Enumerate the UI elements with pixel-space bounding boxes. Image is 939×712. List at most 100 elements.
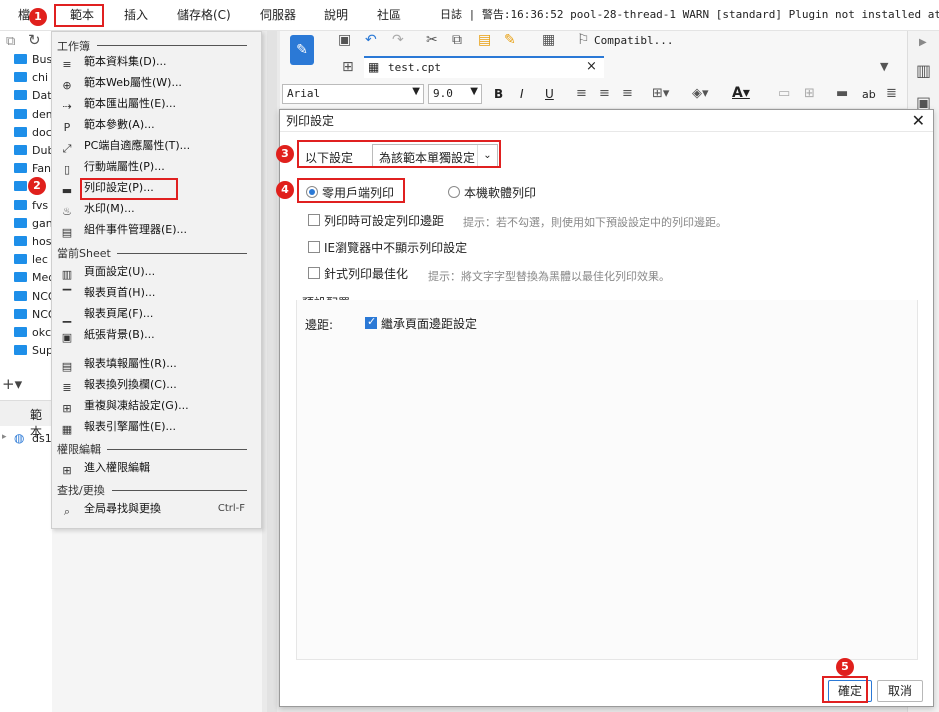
align-left-icon[interactable]: ≡ — [576, 85, 587, 103]
background-icon: ▣ — [61, 331, 73, 344]
checkbox-needle-print[interactable] — [308, 267, 320, 279]
checkbox-print-margin-label[interactable]: 列印時可設定列印邊距 — [324, 212, 444, 229]
printer-icon: ▬ — [61, 184, 73, 197]
underline-icon[interactable]: U — [545, 85, 554, 103]
hint-margin: 提示：若不勾選，則使用如下預設設定中的列印邊距。 — [463, 216, 727, 229]
checkbox-inherit-margin-label[interactable]: 繼承頁面邊距設定 — [381, 315, 477, 332]
compat-icon[interactable]: ⚐ — [577, 31, 590, 49]
format-brush-icon[interactable]: ✎ — [504, 31, 516, 49]
close-tab-icon[interactable]: × — [586, 59, 597, 74]
compat-label[interactable]: Compatibl... — [594, 34, 673, 47]
menu-item-header[interactable]: ▔ 報表頁首(H)... — [60, 283, 255, 303]
menu-item-globe[interactable]: ⊕ 範本Web屬性(W)... — [60, 73, 255, 93]
text-format-icon[interactable]: ab — [862, 86, 876, 104]
undo-icon[interactable]: ↶ — [365, 31, 377, 49]
grid-icon[interactable]: ⊞ — [342, 58, 354, 76]
menu-item-fill-attr[interactable]: ▤ 報表填報屬性(R)... — [60, 354, 255, 374]
folder-icon — [14, 217, 27, 228]
menu-item-resize[interactable]: ⤢ PC端自適應屬性(T)... — [60, 136, 255, 156]
panel-splitter[interactable] — [267, 31, 277, 712]
menu-item-find-replace[interactable]: ⌕ 全局尋找與更換 Ctrl-F — [60, 499, 255, 519]
copy-icon[interactable]: ⧉ — [452, 31, 462, 49]
tree-item[interactable]: hos — [0, 233, 51, 251]
checkbox-inherit-margin[interactable]: ✓ — [365, 315, 377, 329]
fill-color-icon[interactable]: ◈▾ — [692, 85, 709, 103]
folder-icon — [14, 254, 27, 265]
align-center-icon[interactable]: ≡ — [599, 85, 610, 103]
menu-item-footer[interactable]: ▁ 報表頁尾(F)... — [60, 304, 255, 324]
menu-community[interactable]: 社區 — [377, 5, 401, 25]
log-warning[interactable]: 日誌 | 警告:16:36:52 pool-28-thread-1 WARN [… — [440, 5, 939, 25]
menu-item-export[interactable]: ⇢ 範本匯出屬性(E)... — [60, 94, 255, 114]
cut-icon[interactable]: ✂ — [426, 31, 438, 49]
add-icon[interactable]: ⧉ — [6, 34, 15, 49]
menu-item-row-column[interactable]: ≣ 報表換列換欄(C)... — [60, 375, 255, 395]
border-icon[interactable]: ⊞▾ — [652, 85, 669, 103]
expand-icon[interactable]: ▸ — [2, 432, 7, 442]
radio-native-print-label[interactable]: 本機軟體列印 — [464, 184, 536, 201]
tree-item[interactable]: NCO — [0, 288, 57, 306]
tree-item[interactable]: doc — [0, 124, 52, 142]
file-tab[interactable]: ▦ test.cpt × — [364, 56, 604, 78]
tab-menu-icon[interactable]: ▼ — [880, 58, 888, 76]
menu-item-page-setup[interactable]: ▥ 頁面設定(U)... — [60, 262, 255, 282]
unmerge-icon[interactable]: ⊞ — [804, 85, 815, 103]
menu-item-event-manager[interactable]: ▤ 組件事件管理器(E)... — [60, 220, 255, 240]
menu-item-freeze[interactable]: ⊞ 重複與凍結設定(G)... — [60, 396, 255, 416]
tree-item[interactable]: NCO — [0, 306, 57, 324]
font-family-select[interactable]: Arial ▼ — [282, 84, 424, 104]
cancel-button[interactable]: 取消 — [877, 680, 923, 702]
tree-item[interactable]: okc — [0, 324, 51, 342]
menu-cell[interactable]: 儲存格(C) — [177, 5, 231, 25]
indent-icon[interactable]: ≣ — [886, 85, 897, 103]
paste-icon[interactable]: ▤ — [478, 31, 491, 49]
cell-attr-icon[interactable]: ▥ — [916, 61, 931, 80]
menu-item-background[interactable]: ▣ 紙張背景(B)... — [60, 325, 255, 345]
checkbox-ie-hide-label[interactable]: IE瀏覽器中不顯示列印設定 — [324, 239, 467, 256]
menu-server[interactable]: 伺服器 — [260, 5, 296, 25]
tree-item[interactable]: Dub — [0, 142, 54, 160]
close-icon[interactable]: ✕ — [912, 111, 925, 131]
globe-icon: ⊕ — [62, 79, 72, 92]
checkbox-print-margin[interactable] — [308, 214, 320, 226]
redo-icon[interactable]: ↷ — [392, 31, 404, 49]
divider — [107, 449, 247, 450]
menu-item-database[interactable]: ≡ 範本資料集(D)... — [60, 52, 255, 72]
menu-item-parameter[interactable]: P 範本參數(A)... — [60, 115, 255, 135]
tree-item[interactable]: lec — [0, 251, 48, 269]
tree-item[interactable]: chi — [0, 69, 48, 87]
tree-item[interactable]: dem — [0, 106, 56, 124]
wrap-icon[interactable]: ▬ — [836, 85, 848, 103]
tree-item[interactable]: Dat — [0, 87, 52, 105]
tree-item[interactable]: fvs — [0, 197, 48, 215]
align-right-icon[interactable]: ≡ — [622, 85, 633, 103]
font-size-select[interactable]: 9.0 ▼ — [428, 84, 482, 104]
preview-icon[interactable]: ▦ — [542, 31, 555, 49]
dataset-row[interactable]: ▸ ◍ ds1 — [0, 430, 52, 450]
template-icon[interactable]: ✎ — [290, 35, 314, 65]
tree-item[interactable]: Sup — [0, 342, 53, 360]
save-icon[interactable]: ▣ — [338, 31, 351, 49]
tree-item[interactable]: gan — [0, 215, 53, 233]
checkbox-ie-hide[interactable] — [308, 241, 320, 253]
menu-item-watermark[interactable]: ♨ 水印(M)... — [60, 199, 255, 219]
italic-icon[interactable]: I — [520, 85, 524, 103]
tree-item[interactable]: Fan — [0, 160, 51, 178]
menu-item-engine[interactable]: ▦ 報表引擎屬性(E)... — [60, 417, 255, 437]
menu-item-permission-edit[interactable]: ⊞ 進入權限編輯 — [60, 458, 255, 478]
radio-native-print[interactable] — [448, 186, 460, 198]
tree-item[interactable]: Med — [0, 269, 55, 287]
checkbox-needle-print-label[interactable]: 針式列印最佳化 — [324, 265, 408, 282]
menu-help[interactable]: 說明 — [324, 5, 348, 25]
tree-item[interactable]: Bus — [0, 51, 52, 69]
bold-icon[interactable]: B — [494, 85, 503, 103]
font-color-icon[interactable]: A▾ — [732, 84, 750, 102]
merge-icon[interactable]: ▭ — [778, 85, 790, 103]
menu-insert[interactable]: 插入 — [124, 5, 148, 25]
refresh-icon[interactable]: ↻ — [28, 31, 41, 49]
chevron-right-icon[interactable]: ▶ — [919, 37, 927, 48]
menu-item-mobile[interactable]: ▯ 行動端屬性(P)... — [60, 157, 255, 177]
engine-icon: ▦ — [61, 423, 73, 436]
plus-dropdown-icon[interactable]: +▾ — [2, 375, 22, 393]
dataset-panel-header: 範本 — [0, 400, 52, 439]
